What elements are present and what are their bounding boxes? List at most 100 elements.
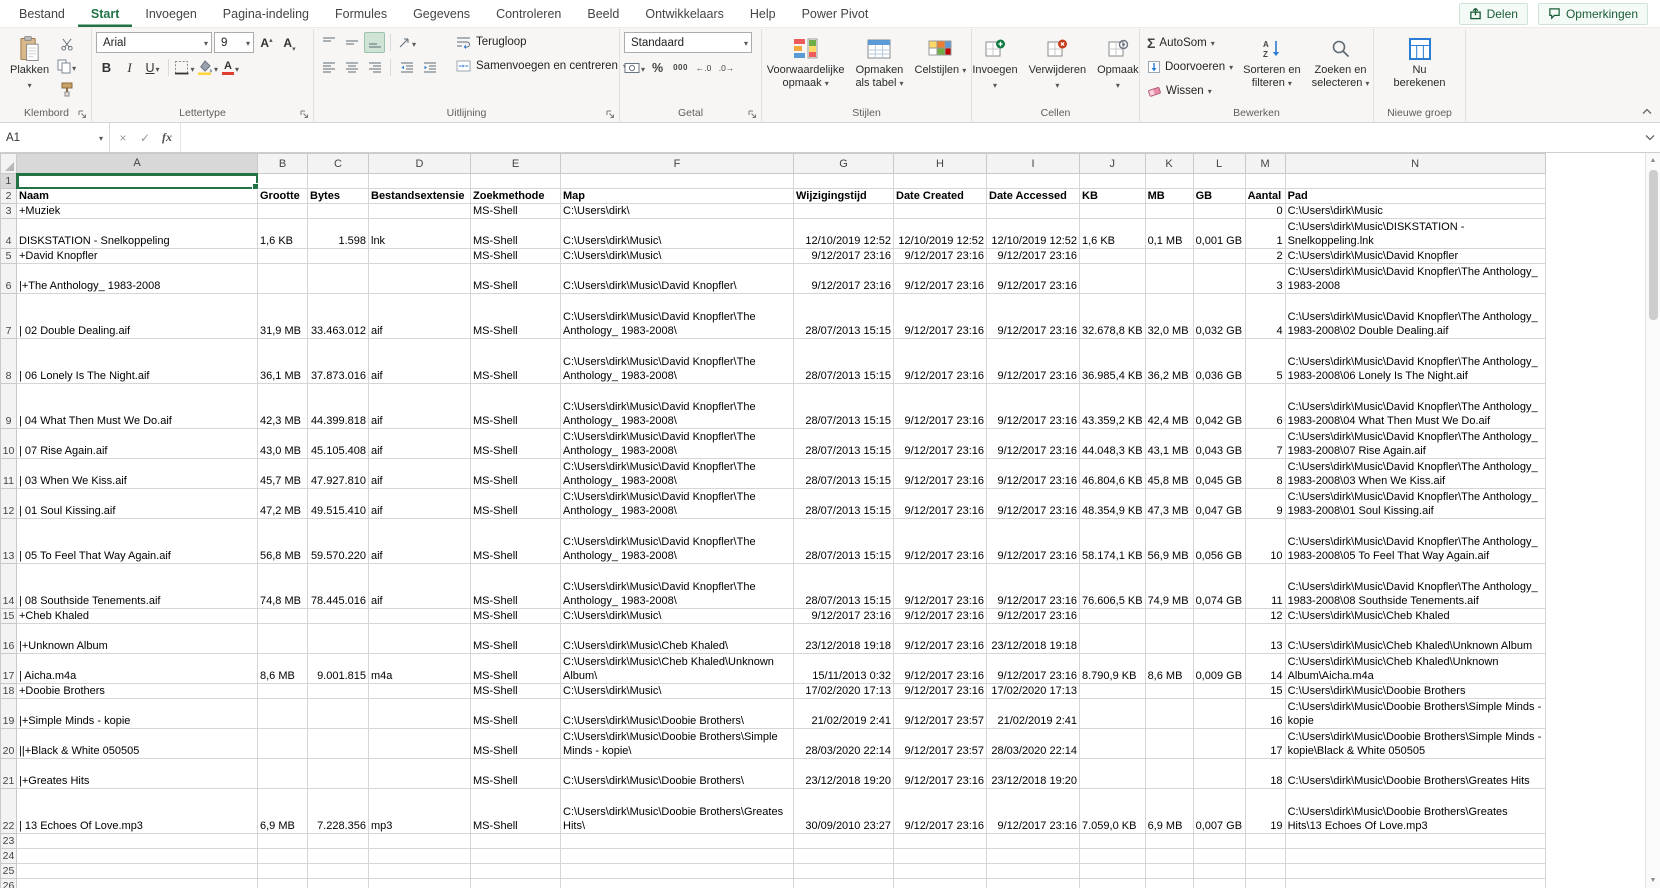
vertical-scrollbar[interactable]: ▲ ▼: [1645, 153, 1660, 888]
cell-E22[interactable]: MS-Shell: [471, 789, 561, 834]
scroll-down-arrow[interactable]: ▼: [1650, 873, 1657, 888]
cell-C10[interactable]: 45.105.408: [308, 429, 369, 459]
cell-J7[interactable]: 32.678,8 KB: [1080, 294, 1146, 339]
row-header-4[interactable]: 4: [1, 219, 17, 249]
cell-C9[interactable]: 44.399.818: [308, 384, 369, 429]
cell-A21[interactable]: |+Greates Hits: [17, 759, 258, 789]
column-header-K[interactable]: K: [1145, 154, 1193, 174]
cell-N3[interactable]: C:\Users\dirk\Music: [1285, 204, 1545, 219]
cell-J12[interactable]: 48.354,9 KB: [1080, 489, 1146, 519]
cell-M18[interactable]: 15: [1245, 684, 1285, 699]
cell-J20[interactable]: [1080, 729, 1146, 759]
cell-G25[interactable]: [794, 864, 894, 879]
cell-F22[interactable]: C:\Users\dirk\Music\Doobie Brothers\Grea…: [561, 789, 794, 834]
cell-D12[interactable]: aif: [369, 489, 471, 519]
cell-N21[interactable]: C:\Users\dirk\Music\Doobie Brothers\Grea…: [1285, 759, 1545, 789]
cell-M10[interactable]: 7: [1245, 429, 1285, 459]
cell-K25[interactable]: [1145, 864, 1193, 879]
cell-K20[interactable]: [1145, 729, 1193, 759]
cell-B2[interactable]: Grootte: [258, 189, 308, 204]
cell-L11[interactable]: 0,045 GB: [1193, 459, 1245, 489]
format-painter-button[interactable]: [56, 79, 77, 100]
font-name-combo[interactable]: Arial: [96, 32, 212, 53]
cell-A8[interactable]: | 06 Lonely Is The Night.aif: [17, 339, 258, 384]
bold-button[interactable]: B: [96, 57, 117, 78]
row-header-9[interactable]: 9: [1, 384, 17, 429]
cell-F23[interactable]: [561, 834, 794, 849]
cell-A12[interactable]: | 01 Soul Kissing.aif: [17, 489, 258, 519]
increase-font-size-button[interactable]: A: [256, 32, 277, 53]
cell-H5[interactable]: 9/12/2017 23:16: [894, 249, 987, 264]
cell-F26[interactable]: [561, 879, 794, 888]
cell-L12[interactable]: 0,047 GB: [1193, 489, 1245, 519]
ribbon-tab-start[interactable]: Start: [78, 0, 132, 27]
cell-K16[interactable]: [1145, 624, 1193, 654]
decrease-indent-button[interactable]: [396, 57, 417, 78]
cell-H23[interactable]: [894, 834, 987, 849]
cell-K15[interactable]: [1145, 609, 1193, 624]
cell-N19[interactable]: C:\Users\dirk\Music\Doobie Brothers\Simp…: [1285, 699, 1545, 729]
row-header-2[interactable]: 2: [1, 189, 17, 204]
column-header-B[interactable]: B: [258, 154, 308, 174]
cell-M15[interactable]: 12: [1245, 609, 1285, 624]
clipboard-dialog-launcher[interactable]: [78, 110, 87, 119]
cell-C7[interactable]: 33.463.012: [308, 294, 369, 339]
decrease-font-size-button[interactable]: A: [279, 32, 300, 53]
row-header-12[interactable]: 12: [1, 489, 17, 519]
cell-F4[interactable]: C:\Users\dirk\Music\: [561, 219, 794, 249]
cell-L2[interactable]: GB: [1193, 189, 1245, 204]
cell-F19[interactable]: C:\Users\dirk\Music\Doobie Brothers\: [561, 699, 794, 729]
cell-M26[interactable]: [1245, 879, 1285, 888]
cell-D5[interactable]: [369, 249, 471, 264]
ribbon-tab-power-pivot[interactable]: Power Pivot: [789, 0, 882, 27]
orientation-button[interactable]: [396, 32, 417, 53]
cell-H18[interactable]: 9/12/2017 23:16: [894, 684, 987, 699]
cell-K7[interactable]: 32,0 MB: [1145, 294, 1193, 339]
cell-K8[interactable]: 36,2 MB: [1145, 339, 1193, 384]
cell-K13[interactable]: 56,9 MB: [1145, 519, 1193, 564]
cell-G20[interactable]: 28/03/2020 22:14: [794, 729, 894, 759]
cell-N7[interactable]: C:\Users\dirk\Music\David Knopfler\The A…: [1285, 294, 1545, 339]
cell-E15[interactable]: MS-Shell: [471, 609, 561, 624]
cell-M20[interactable]: 17: [1245, 729, 1285, 759]
column-header-J[interactable]: J: [1080, 154, 1146, 174]
cell-H14[interactable]: 9/12/2017 23:16: [894, 564, 987, 609]
row-header-22[interactable]: 22: [1, 789, 17, 834]
cell-C5[interactable]: [308, 249, 369, 264]
collapse-ribbon-button[interactable]: [1642, 104, 1652, 118]
cell-A20[interactable]: ||+Black & White 050505: [17, 729, 258, 759]
cell-G2[interactable]: Wijzigingstijd: [794, 189, 894, 204]
cell-D2[interactable]: Bestandsextensie: [369, 189, 471, 204]
cell-M7[interactable]: 4: [1245, 294, 1285, 339]
cell-B1[interactable]: [258, 174, 308, 189]
cell-I8[interactable]: 9/12/2017 23:16: [987, 339, 1080, 384]
cell-E1[interactable]: [471, 174, 561, 189]
cell-I19[interactable]: 21/02/2019 2:41: [987, 699, 1080, 729]
cell-L13[interactable]: 0,056 GB: [1193, 519, 1245, 564]
cell-D19[interactable]: [369, 699, 471, 729]
cell-B15[interactable]: [258, 609, 308, 624]
cell-F11[interactable]: C:\Users\dirk\Music\David Knopfler\The A…: [561, 459, 794, 489]
ribbon-tab-invoegen[interactable]: Invoegen: [132, 0, 209, 27]
cell-K4[interactable]: 0,1 MB: [1145, 219, 1193, 249]
cell-C14[interactable]: 78.445.016: [308, 564, 369, 609]
formula-input[interactable]: [181, 123, 1640, 152]
cell-A15[interactable]: +Cheb Khaled: [17, 609, 258, 624]
calculate-now-button[interactable]: Nu berekenen: [1390, 31, 1450, 90]
column-header-F[interactable]: F: [561, 154, 794, 174]
cell-C21[interactable]: [308, 759, 369, 789]
cell-H11[interactable]: 9/12/2017 23:16: [894, 459, 987, 489]
cell-C3[interactable]: [308, 204, 369, 219]
cell-K11[interactable]: 45,8 MB: [1145, 459, 1193, 489]
cell-A18[interactable]: +Doobie Brothers: [17, 684, 258, 699]
cell-N5[interactable]: C:\Users\dirk\Music\David Knopfler: [1285, 249, 1545, 264]
cell-M6[interactable]: 3: [1245, 264, 1285, 294]
cell-L3[interactable]: [1193, 204, 1245, 219]
cell-L19[interactable]: [1193, 699, 1245, 729]
cell-F14[interactable]: C:\Users\dirk\Music\David Knopfler\The A…: [561, 564, 794, 609]
cell-F20[interactable]: C:\Users\dirk\Music\Doobie Brothers\Simp…: [561, 729, 794, 759]
cell-D26[interactable]: [369, 879, 471, 888]
insert-cells-button[interactable]: Invoegen: [968, 31, 1021, 91]
cell-C24[interactable]: [308, 849, 369, 864]
cell-G10[interactable]: 28/07/2013 15:15: [794, 429, 894, 459]
